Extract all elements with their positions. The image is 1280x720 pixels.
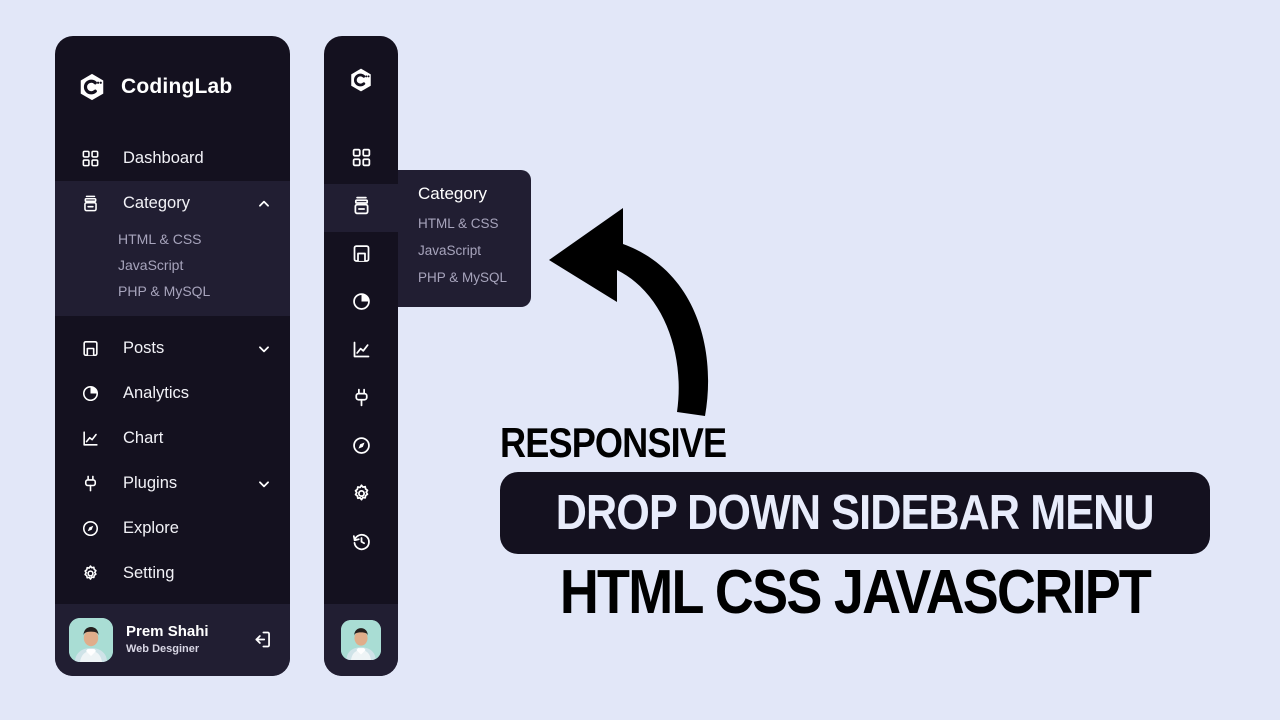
sidebar-item-category[interactable]: Category bbox=[55, 181, 290, 226]
gear-icon bbox=[79, 563, 101, 585]
collapsed-item-setting[interactable] bbox=[324, 472, 398, 520]
sidebar-item-label: Category bbox=[123, 194, 190, 212]
grid-icon bbox=[79, 148, 101, 170]
promo-kicker: RESPONSIVE bbox=[500, 419, 727, 466]
compass-icon bbox=[79, 518, 101, 540]
flyout-title[interactable]: Category bbox=[396, 184, 531, 210]
chevron-down-icon[interactable] bbox=[256, 476, 272, 492]
profile-section: Prem Shahi Web Desginer bbox=[55, 604, 290, 676]
collapsed-item-dashboard[interactable] bbox=[324, 136, 398, 184]
hexagon-c-logo-icon bbox=[77, 72, 107, 102]
flyout-item-javascript[interactable]: JavaScript bbox=[396, 237, 531, 264]
logout-icon[interactable] bbox=[252, 629, 274, 651]
sidebar-item-setting[interactable]: Setting bbox=[55, 551, 290, 596]
history-icon bbox=[351, 531, 372, 557]
sidebar-item-label: Setting bbox=[123, 564, 175, 582]
book-icon bbox=[79, 338, 101, 360]
category-flyout-menu: Category HTML & CSS JavaScript PHP & MyS… bbox=[396, 170, 531, 307]
gear-icon bbox=[351, 483, 372, 509]
book-icon bbox=[351, 243, 372, 269]
collapsed-item-category[interactable] bbox=[324, 184, 398, 232]
submenu-item-php-mysql[interactable]: PHP & MySQL bbox=[55, 278, 290, 304]
flyout-item-php-mysql[interactable]: PHP & MySQL bbox=[396, 264, 531, 291]
promo-banner-text: DROP DOWN SIDEBAR MENU bbox=[556, 485, 1155, 540]
compass-icon bbox=[351, 435, 372, 461]
grid-icon bbox=[351, 147, 372, 173]
line-chart-icon bbox=[351, 339, 372, 365]
chevron-down-icon[interactable] bbox=[256, 341, 272, 357]
sidebar-item-label: Plugins bbox=[123, 474, 178, 492]
archive-icon bbox=[79, 193, 101, 215]
sidebar-item-label: Posts bbox=[123, 339, 165, 357]
sidebar-item-dashboard[interactable]: Dashboard bbox=[55, 136, 290, 181]
collapsed-item-history[interactable] bbox=[324, 520, 398, 568]
avatar bbox=[69, 618, 113, 662]
curved-arrow-left-icon bbox=[545, 198, 715, 418]
collapsed-brand[interactable] bbox=[348, 36, 374, 116]
archive-icon bbox=[351, 195, 372, 221]
expanded-sidebar: CodingLab Dashboard Category HTML & CSS … bbox=[55, 36, 290, 676]
sidebar-item-chart[interactable]: Chart bbox=[55, 416, 290, 461]
sidebar-item-label: Chart bbox=[123, 429, 164, 447]
sidebar-item-label: Analytics bbox=[123, 384, 190, 402]
promo-banner: DROP DOWN SIDEBAR MENU bbox=[500, 472, 1210, 554]
brand-name: CodingLab bbox=[121, 75, 233, 98]
plug-icon bbox=[351, 387, 372, 413]
sidebar-item-analytics[interactable]: Analytics bbox=[55, 371, 290, 416]
profile-card[interactable]: Prem Shahi Web Desginer bbox=[55, 604, 290, 676]
hexagon-c-logo-icon bbox=[348, 67, 374, 98]
pie-chart-icon bbox=[351, 291, 372, 317]
sidebar-item-plugins[interactable]: Plugins bbox=[55, 461, 290, 506]
sidebar-item-explore[interactable]: Explore bbox=[55, 506, 290, 551]
avatar bbox=[341, 620, 381, 660]
line-chart-icon bbox=[79, 428, 101, 450]
pie-chart-icon bbox=[79, 383, 101, 405]
sidebar-item-posts[interactable]: Posts bbox=[55, 326, 290, 371]
collapsed-item-explore[interactable] bbox=[324, 424, 398, 472]
profile-name: Prem Shahi bbox=[126, 623, 209, 641]
sidebar-item-label: Explore bbox=[123, 519, 179, 537]
sidebar-menu-list: Dashboard Category HTML & CSS JavaScript… bbox=[55, 136, 290, 596]
collapsed-sidebar bbox=[324, 36, 398, 676]
sidebar-item-label: Dashboard bbox=[123, 149, 204, 167]
category-submenu: HTML & CSS JavaScript PHP & MySQL bbox=[55, 226, 290, 316]
submenu-item-html-css[interactable]: HTML & CSS bbox=[55, 226, 290, 252]
sidebar-group-category: Category HTML & CSS JavaScript PHP & MyS… bbox=[55, 181, 290, 316]
profile-text: Prem Shahi Web Desginer bbox=[126, 623, 239, 656]
submenu-item-javascript[interactable]: JavaScript bbox=[55, 252, 290, 278]
sidebar-brand[interactable]: CodingLab bbox=[55, 36, 290, 116]
plug-icon bbox=[79, 473, 101, 495]
collapsed-item-posts[interactable] bbox=[324, 232, 398, 280]
chevron-up-icon[interactable] bbox=[256, 196, 272, 212]
collapsed-item-plugins[interactable] bbox=[324, 376, 398, 424]
flyout-item-html-css[interactable]: HTML & CSS bbox=[396, 210, 531, 237]
promo-subtitle: HTML CSS JAVASCRIPT bbox=[559, 558, 1152, 627]
collapsed-icon-list bbox=[324, 136, 398, 568]
collapsed-profile[interactable] bbox=[324, 604, 398, 676]
collapsed-item-chart[interactable] bbox=[324, 328, 398, 376]
promo-block: RESPONSIVE DROP DOWN SIDEBAR MENU HTML C… bbox=[500, 422, 1210, 625]
collapsed-item-analytics[interactable] bbox=[324, 280, 398, 328]
profile-role: Web Desginer bbox=[126, 643, 200, 656]
